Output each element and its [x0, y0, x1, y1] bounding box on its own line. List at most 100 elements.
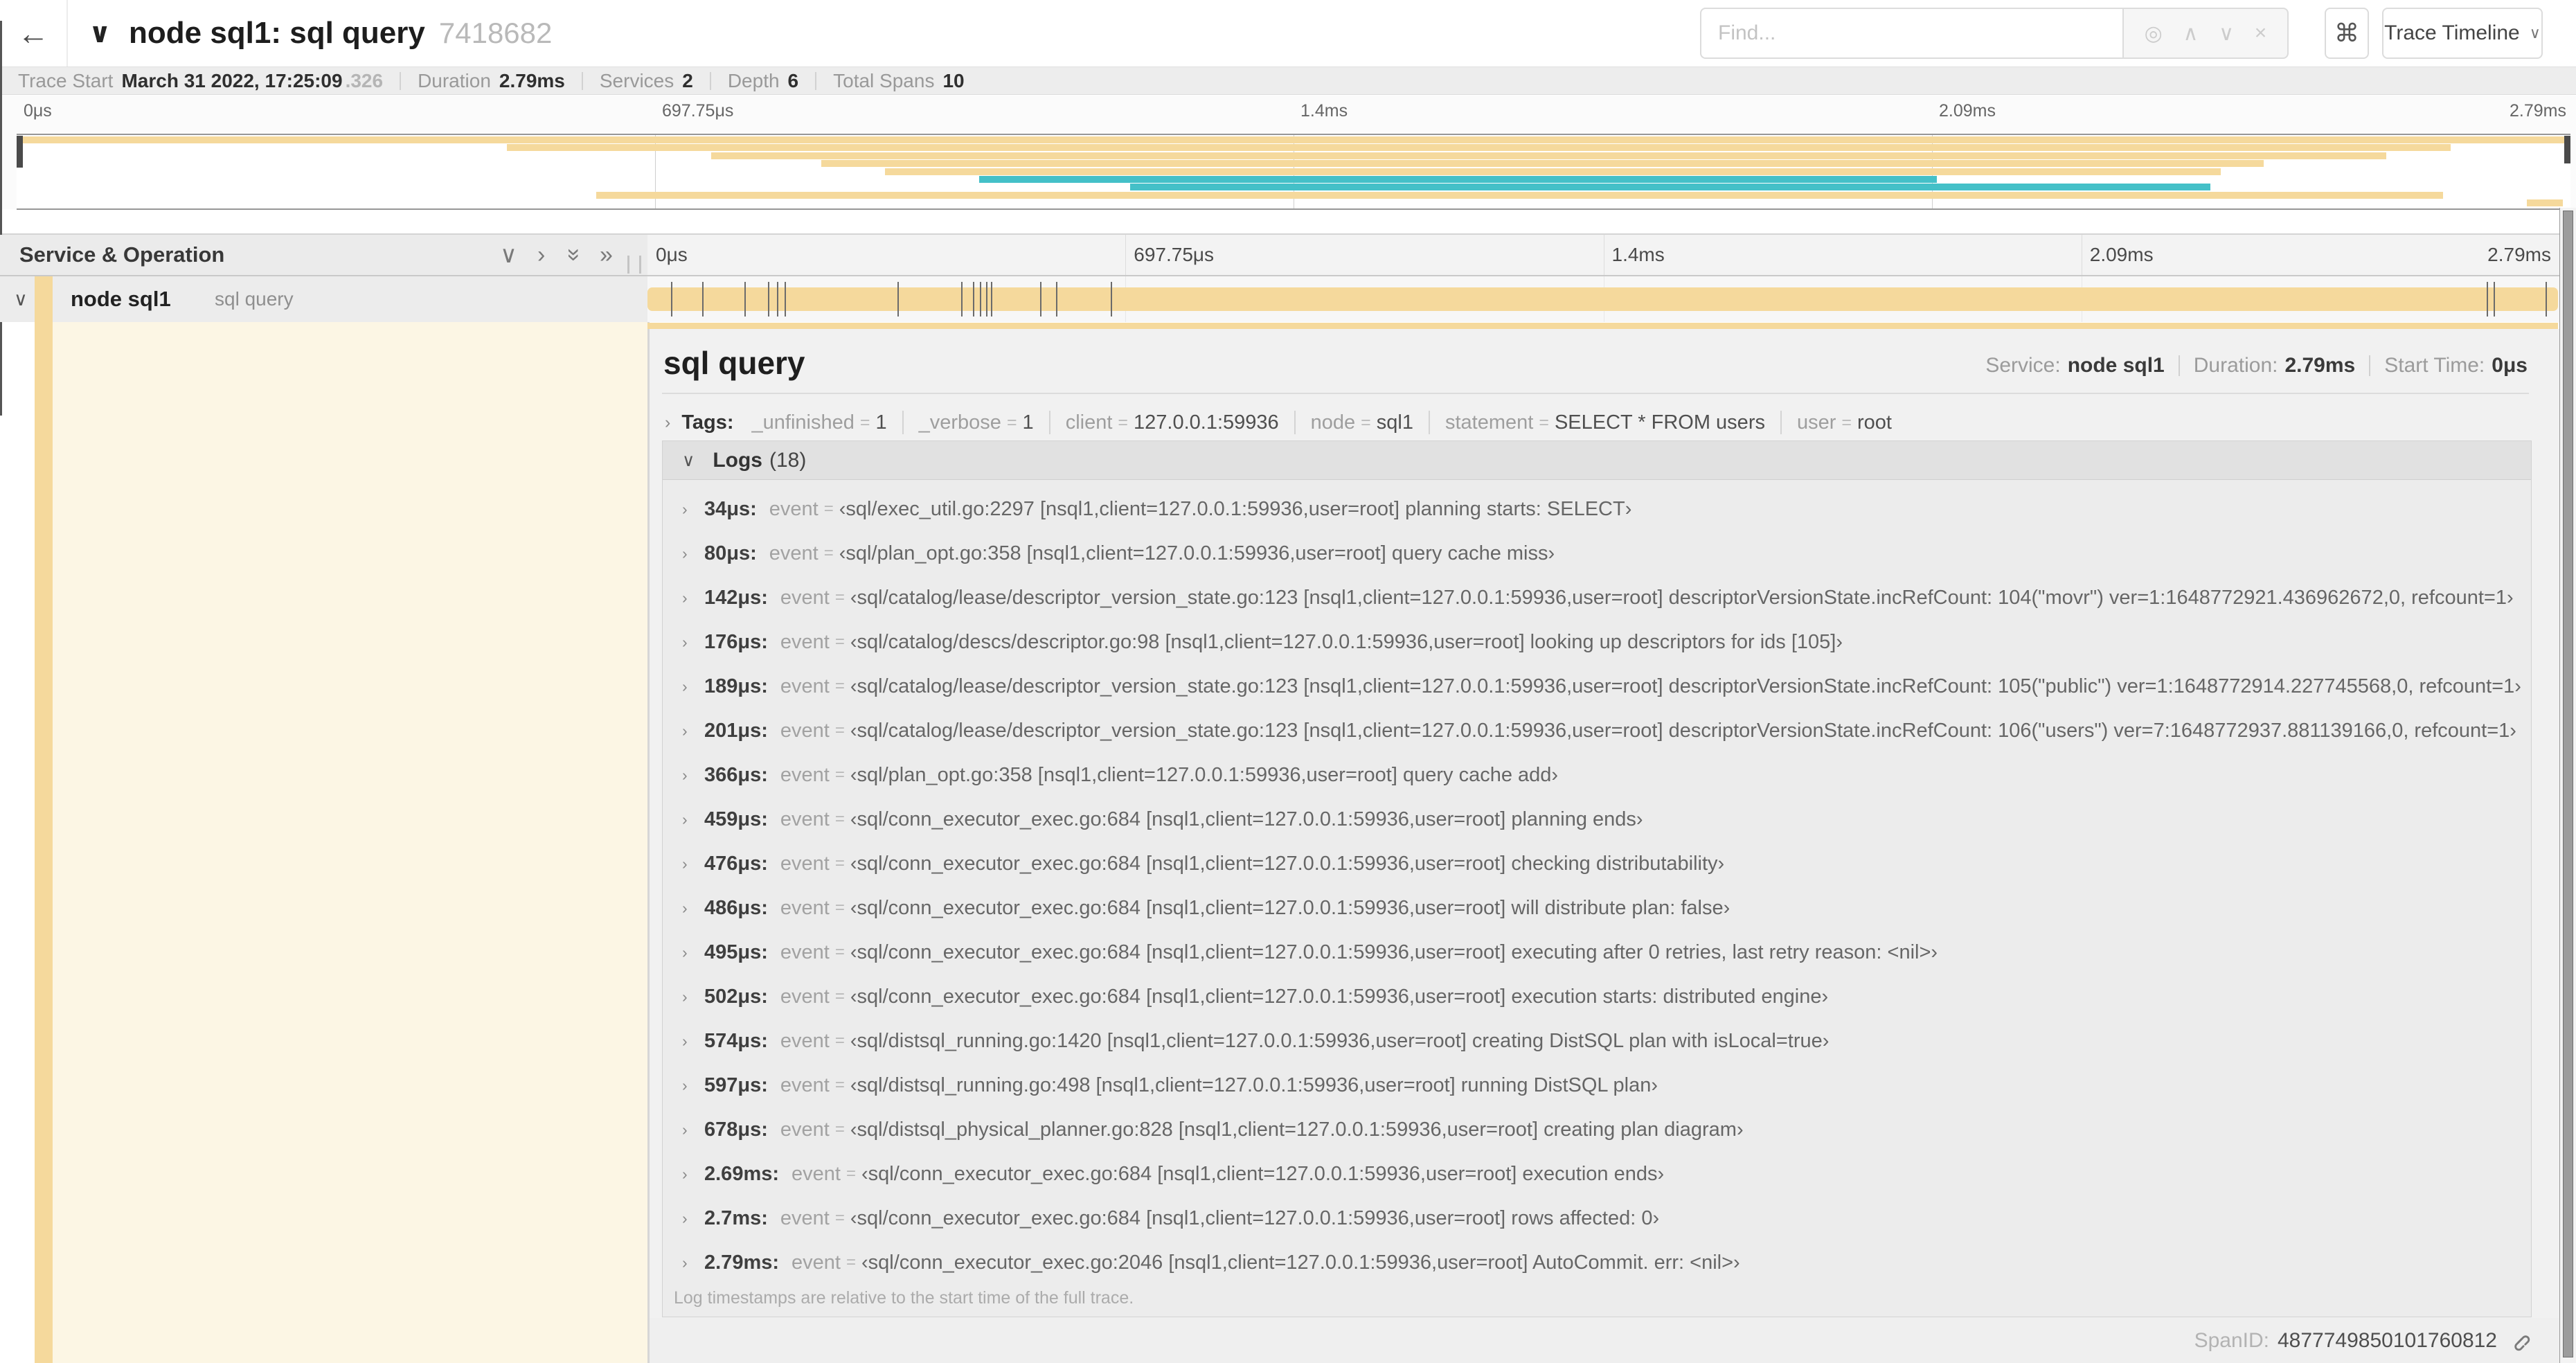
expand-one-icon[interactable]: ›: [537, 235, 545, 275]
search-input[interactable]: [1700, 8, 2122, 59]
equals-sign: =: [834, 943, 845, 961]
log-row[interactable]: › 176μs: event = ‹sql/catalog/descs/descript…: [663, 620, 2531, 664]
tag-separator: [1780, 411, 1782, 434]
span-row-name-cell[interactable]: ∨ node sql1 sql query: [0, 276, 647, 322]
chevron-right-icon: ›: [682, 1031, 688, 1050]
chevron-right-icon: ›: [682, 544, 688, 562]
log-time: 366μs:: [704, 763, 768, 786]
log-field-key: event: [769, 497, 819, 520]
log-field-key: event: [780, 808, 830, 830]
log-time: 502μs:: [704, 985, 768, 1008]
log-row[interactable]: › 486μs: event = ‹sql/conn_executor_exec.go:…: [663, 886, 2531, 930]
log-row[interactable]: › 476μs: event = ‹sql/conn_executor_exec.go:…: [663, 841, 2531, 886]
view-selector-button[interactable]: Trace Timeline ∨: [2382, 8, 2543, 59]
logs-header[interactable]: ∨ Logs (18): [663, 441, 2531, 480]
summary-item: Total Spans 10: [833, 70, 964, 92]
detail-meta-label: Start Time:: [2384, 354, 2485, 377]
trace-collapse-caret[interactable]: ∨: [89, 0, 111, 66]
chevron-right-icon: ›: [665, 412, 671, 432]
log-time: 459μs:: [704, 808, 768, 830]
link-icon[interactable]: [2508, 1329, 2532, 1353]
log-row[interactable]: › 502μs: event = ‹sql/conn_executor_exec.go:…: [663, 974, 2531, 1019]
minimap-span-bar: [596, 191, 2443, 199]
scrollbar-thumb[interactable]: [2563, 211, 2573, 1357]
tag-value: 1: [1022, 411, 1034, 434]
log-field-value: ‹sql/plan_opt.go:358 [nsql1,client=127.0…: [839, 542, 1555, 564]
ruler-axis-label: 1.4ms: [1611, 244, 1665, 265]
logs-footnote: Log timestamps are relative to the start…: [674, 1288, 1134, 1308]
summary-value: 10: [942, 69, 965, 91]
expand-all-icon[interactable]: »: [600, 235, 613, 275]
log-field-key: event: [780, 1074, 830, 1096]
log-row[interactable]: › 2.69ms: event = ‹sql/conn_executor_exec.go…: [663, 1152, 2531, 1196]
locate-icon[interactable]: ◎: [2145, 21, 2163, 46]
span-row-timeline-cell[interactable]: [647, 276, 2559, 322]
summary-label: Trace Start: [18, 69, 114, 91]
span-toggle-chevron[interactable]: ∨: [14, 276, 28, 322]
log-time: 176μs:: [704, 630, 768, 653]
tag-item: _unfinished = 1: [752, 411, 887, 434]
equals-sign: =: [1361, 412, 1371, 432]
viewport-right-handle[interactable]: [2564, 136, 2570, 163]
span-service-name: node sql1: [71, 287, 171, 311]
log-row[interactable]: › 597μs: event = ‹sql/distsql_running.go:498…: [663, 1063, 2531, 1107]
log-row[interactable]: › 2.7ms: event = ‹sql/conn_executor_exec.go:…: [663, 1196, 2531, 1240]
chevron-right-icon: ›: [682, 854, 688, 873]
log-row[interactable]: › 189μs: event = ‹sql/catalog/lease/descript…: [663, 664, 2531, 709]
command-icon: ⌘: [2334, 19, 2359, 47]
collapse-one-icon[interactable]: ∨: [500, 235, 517, 275]
equals-sign: =: [834, 1031, 845, 1050]
equals-sign: =: [834, 810, 845, 828]
log-row[interactable]: › 34μs: event = ‹sql/exec_util.go:2297 [nsql…: [663, 487, 2531, 531]
tag-value: sql1: [1376, 411, 1413, 434]
minimap-span-bar: [884, 168, 2221, 175]
equals-sign: =: [834, 588, 845, 607]
log-field-key: event: [780, 1206, 830, 1229]
column-resizer[interactable]: [627, 256, 641, 274]
log-row[interactable]: › 459μs: event = ‹sql/conn_executor_exec.go:…: [663, 797, 2531, 841]
log-marker-tick: [985, 282, 987, 317]
log-row[interactable]: › 80μs: event = ‹sql/plan_opt.go:358 [nsql1,…: [663, 531, 2531, 576]
vertical-scrollbar[interactable]: [2559, 208, 2576, 1363]
log-field-value: ‹sql/conn_executor_exec.go:2046 [nsql1,c…: [861, 1251, 1740, 1274]
viewport-left-handle[interactable]: [17, 136, 23, 168]
log-row[interactable]: › 574μs: event = ‹sql/distsql_running.go:142…: [663, 1019, 2531, 1063]
minimap-canvas[interactable]: [17, 134, 2570, 210]
next-result-icon[interactable]: ∨: [2219, 21, 2234, 46]
log-marker-tick: [990, 282, 992, 317]
log-row[interactable]: › 678μs: event = ‹sql/distsql_physical_plann…: [663, 1107, 2531, 1152]
log-time: 142μs:: [704, 586, 768, 609]
log-time: 34μs:: [704, 497, 757, 520]
log-field-key: event: [780, 763, 830, 786]
log-marker-tick: [961, 282, 963, 317]
log-time: 2.79ms:: [704, 1251, 780, 1274]
tags-row[interactable]: › Tags: _unfinished = 1 _verbose = 1 client = 12…: [665, 407, 1892, 438]
summary-value: 2: [682, 69, 693, 91]
clear-search-icon[interactable]: ×: [2255, 21, 2267, 45]
log-field-key: event: [780, 630, 830, 653]
prev-result-icon[interactable]: ∧: [2183, 21, 2199, 46]
log-row[interactable]: › 142μs: event = ‹sql/catalog/lease/descript…: [663, 576, 2531, 620]
chevron-right-icon: ›: [682, 898, 688, 917]
tag-separator: [1294, 411, 1296, 434]
log-row[interactable]: › 495μs: event = ‹sql/conn_executor_exec.go:…: [663, 930, 2531, 974]
tag-separator: [902, 411, 904, 434]
keyboard-shortcuts-button[interactable]: ⌘: [2325, 8, 2369, 59]
log-row[interactable]: › 2.79ms: event = ‹sql/conn_executor_exec.go…: [663, 1240, 2531, 1285]
collapse-all-icon[interactable]: »: [554, 249, 594, 262]
log-row[interactable]: › 366μs: event = ‹sql/plan_opt.go:358 [nsql1…: [663, 753, 2531, 797]
log-field-value: ‹sql/distsql_running.go:498 [nsql1,clien…: [850, 1074, 1658, 1096]
back-button[interactable]: ←: [0, 0, 68, 66]
detail-title-divider: [662, 393, 2529, 394]
log-field-key: event: [791, 1251, 841, 1274]
log-field-key: event: [769, 542, 819, 564]
log-marker-tick: [701, 282, 704, 317]
minimap-span-bar: [507, 144, 2451, 152]
log-row[interactable]: › 201μs: event = ‹sql/catalog/lease/descript…: [663, 709, 2531, 753]
equals-sign: =: [834, 898, 845, 917]
log-field-value: ‹sql/conn_executor_exec.go:684 [nsql1,cl…: [861, 1162, 1665, 1185]
window-left-edge: [0, 21, 2, 416]
minimap-span-bar: [1129, 184, 2210, 191]
detail-meta-value: node sql1: [2067, 354, 2165, 377]
top-bar: ← ∨ node sql1: sql query 7418682 ◎ ∧ ∨ ×…: [0, 0, 2576, 66]
